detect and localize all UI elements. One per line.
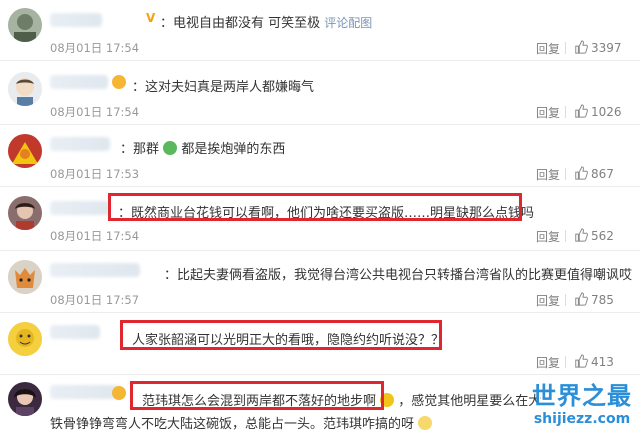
like-count: 1026 <box>591 105 622 119</box>
reply-button[interactable]: 回复 <box>536 166 560 183</box>
avatar[interactable] <box>8 8 42 42</box>
reply-button[interactable]: 回复 <box>536 228 560 245</box>
comment-body: 那群 <box>133 142 160 157</box>
comment-body: ，感觉其他明星要么在大 <box>398 394 542 409</box>
like-button[interactable]: 867 <box>574 166 614 181</box>
username[interactable] <box>50 137 110 151</box>
timestamp: 08月01日 17:54 <box>50 229 140 243</box>
comment-sep: ： <box>160 16 174 31</box>
comment-body: 比起夫妻俩看盗版，我觉得台湾公共电视台只转播台湾省队的比赛更值得嘲讽哎 <box>177 268 633 283</box>
divider <box>0 250 640 251</box>
timestamp: 08月01日 17:54 <box>50 105 140 119</box>
like-count: 785 <box>591 293 614 307</box>
divider <box>0 312 640 313</box>
like-button[interactable]: 413 <box>574 354 614 369</box>
divider <box>0 186 640 187</box>
comment-sep: ： <box>164 268 178 283</box>
verified-badge: V <box>146 11 156 25</box>
thumbs-up-icon <box>575 104 588 118</box>
comment-text: ：电视自由都没有 可笑至极 评论配图 <box>160 12 372 31</box>
like-button[interactable]: 3397 <box>574 40 622 55</box>
comment-text-continued: 铁骨铮铮弯弯人不吃大陆这碗饭，总能占一头。范玮琪咋搞的呀 <box>50 413 433 432</box>
image-link[interactable]: 评论配图 <box>324 16 372 30</box>
like-button[interactable]: 562 <box>574 228 614 243</box>
like-count: 3397 <box>591 41 622 55</box>
thumbs-up-icon <box>575 292 588 306</box>
username[interactable] <box>50 263 140 277</box>
watermark-title: 世界之最 <box>532 382 632 410</box>
thumbs-up-icon <box>575 228 588 242</box>
highlight-box <box>130 381 384 410</box>
thumbs-up-icon <box>575 166 588 180</box>
timestamp: 08月01日 17:53 <box>50 167 140 181</box>
like-button[interactable]: 785 <box>574 292 614 307</box>
comment-text: ：那群 都是挨炮弹的东西 <box>120 138 285 157</box>
divider <box>0 124 640 125</box>
smile-emoji-icon <box>418 416 433 430</box>
divider <box>0 374 640 375</box>
avatar[interactable] <box>8 72 42 106</box>
comment-body: 这对夫妇真是两岸人都嫌晦气 <box>145 80 315 95</box>
watermark: 世界之最 shijiezz.com <box>532 376 632 427</box>
comment-body: 铁骨铮铮弯弯人不吃大陆这碗饭，总能占一头。范玮琪咋搞的呀 <box>50 417 415 432</box>
avatar[interactable] <box>8 134 42 168</box>
reply-button[interactable]: 回复 <box>536 354 560 371</box>
divider <box>565 356 566 368</box>
reply-button[interactable]: 回复 <box>536 292 560 309</box>
username[interactable] <box>50 13 102 27</box>
like-count: 867 <box>591 167 614 181</box>
comment-text: ：比起夫妻俩看盗版，我觉得台湾公共电视台只转播台湾省队的比赛更值得嘲讽哎 <box>164 264 632 283</box>
avatar[interactable] <box>8 382 42 416</box>
divider <box>565 106 566 118</box>
badge-icon <box>112 75 126 89</box>
username[interactable] <box>50 75 108 89</box>
avatar[interactable] <box>8 260 42 294</box>
divider <box>0 60 640 61</box>
like-count: 562 <box>591 229 614 243</box>
timestamp: 08月01日 17:54 <box>50 41 140 55</box>
comment-text: ：这对夫妇真是两岸人都嫌晦气 <box>132 76 314 95</box>
divider <box>565 168 566 180</box>
divider <box>565 42 566 54</box>
username[interactable] <box>50 325 100 339</box>
comment-body: 都是挨炮弹的东西 <box>181 142 286 157</box>
frog-emoji-icon <box>163 141 178 155</box>
badge-icon <box>112 386 126 400</box>
username[interactable] <box>50 201 110 215</box>
like-count: 413 <box>591 355 614 369</box>
reply-button[interactable]: 回复 <box>536 40 560 57</box>
avatar[interactable] <box>8 322 42 356</box>
comment-sep: ： <box>120 142 134 157</box>
highlight-box <box>120 320 442 350</box>
watermark-url: shijiezz.com <box>533 411 631 427</box>
highlight-box <box>108 193 522 221</box>
reply-button[interactable]: 回复 <box>536 104 560 121</box>
timestamp: 08月01日 17:57 <box>50 293 140 307</box>
avatar[interactable] <box>8 196 42 230</box>
divider <box>565 294 566 306</box>
thumbs-up-icon <box>575 40 588 54</box>
username[interactable] <box>50 385 120 399</box>
comment-sep: ： <box>132 80 146 95</box>
like-button[interactable]: 1026 <box>574 104 622 119</box>
divider <box>565 230 566 242</box>
thumbs-up-icon <box>575 354 588 368</box>
comment-body: 电视自由都没有 可笑至极 <box>173 16 321 31</box>
